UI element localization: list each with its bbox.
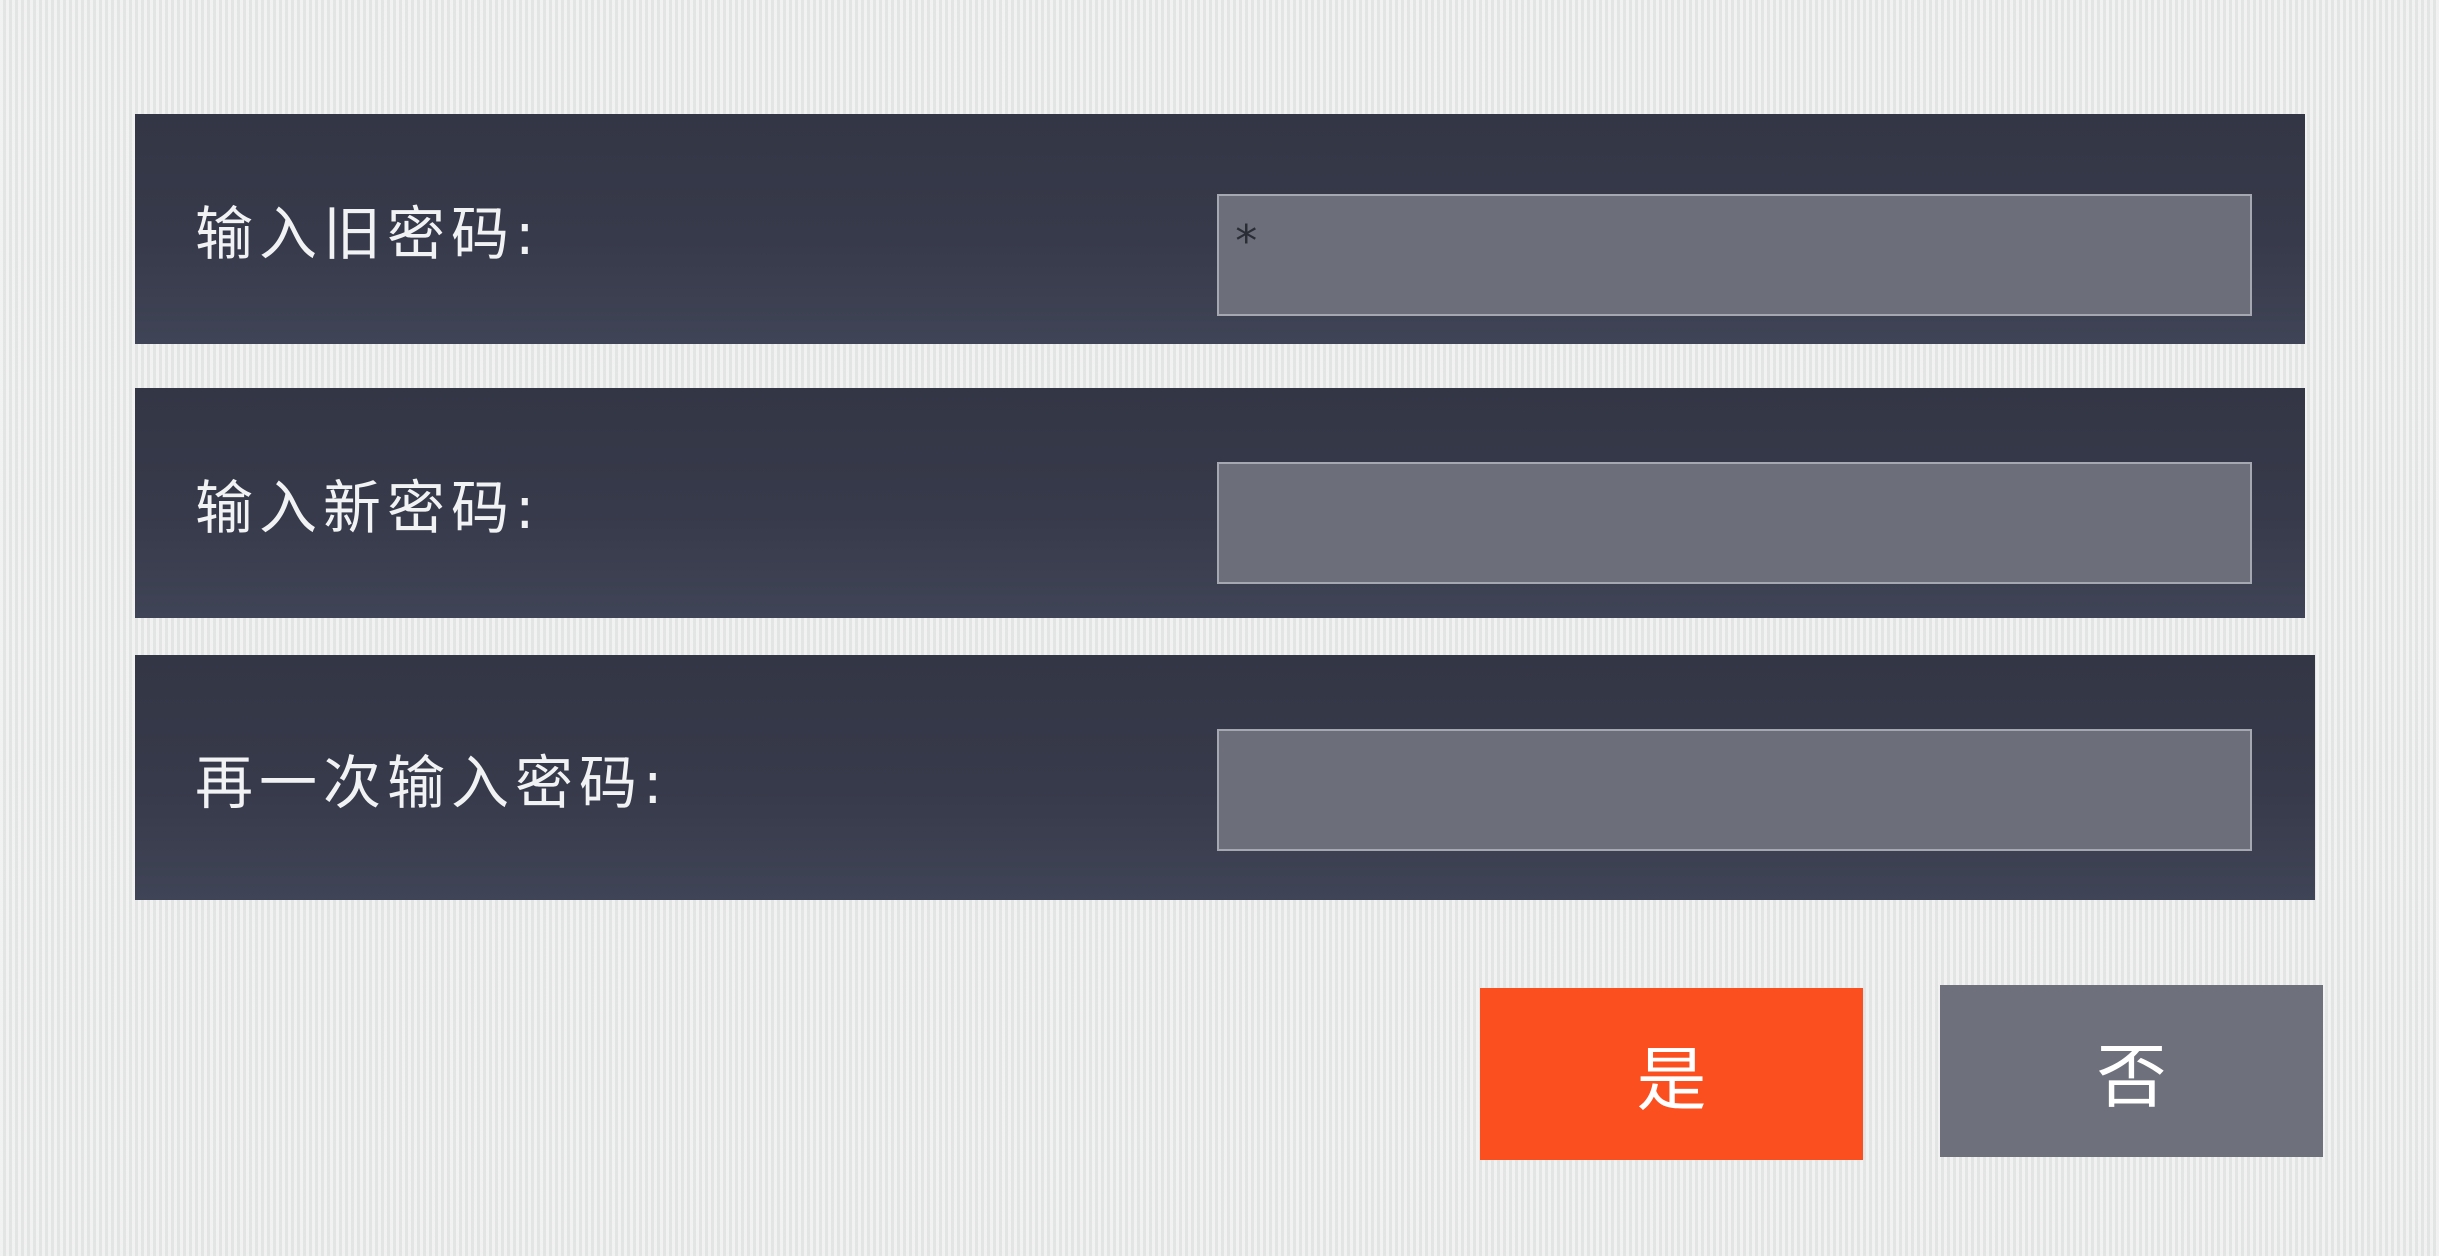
new-password-field[interactable] bbox=[1217, 462, 2252, 584]
yes-button[interactable]: 是 bbox=[1480, 988, 1863, 1160]
new-password-label: 输入新密码: bbox=[195, 474, 541, 542]
old-password-row: 输入旧密码: * bbox=[135, 114, 2305, 344]
confirm-password-field[interactable] bbox=[1217, 729, 2252, 851]
confirm-password-row: 再一次输入密码: bbox=[135, 655, 2315, 900]
new-password-row: 输入新密码: bbox=[135, 388, 2305, 618]
no-button[interactable]: 否 bbox=[1940, 985, 2323, 1157]
old-password-label: 输入旧密码: bbox=[195, 200, 541, 268]
old-password-field[interactable]: * bbox=[1217, 194, 2252, 316]
confirm-password-label: 再一次输入密码: bbox=[195, 748, 669, 817]
